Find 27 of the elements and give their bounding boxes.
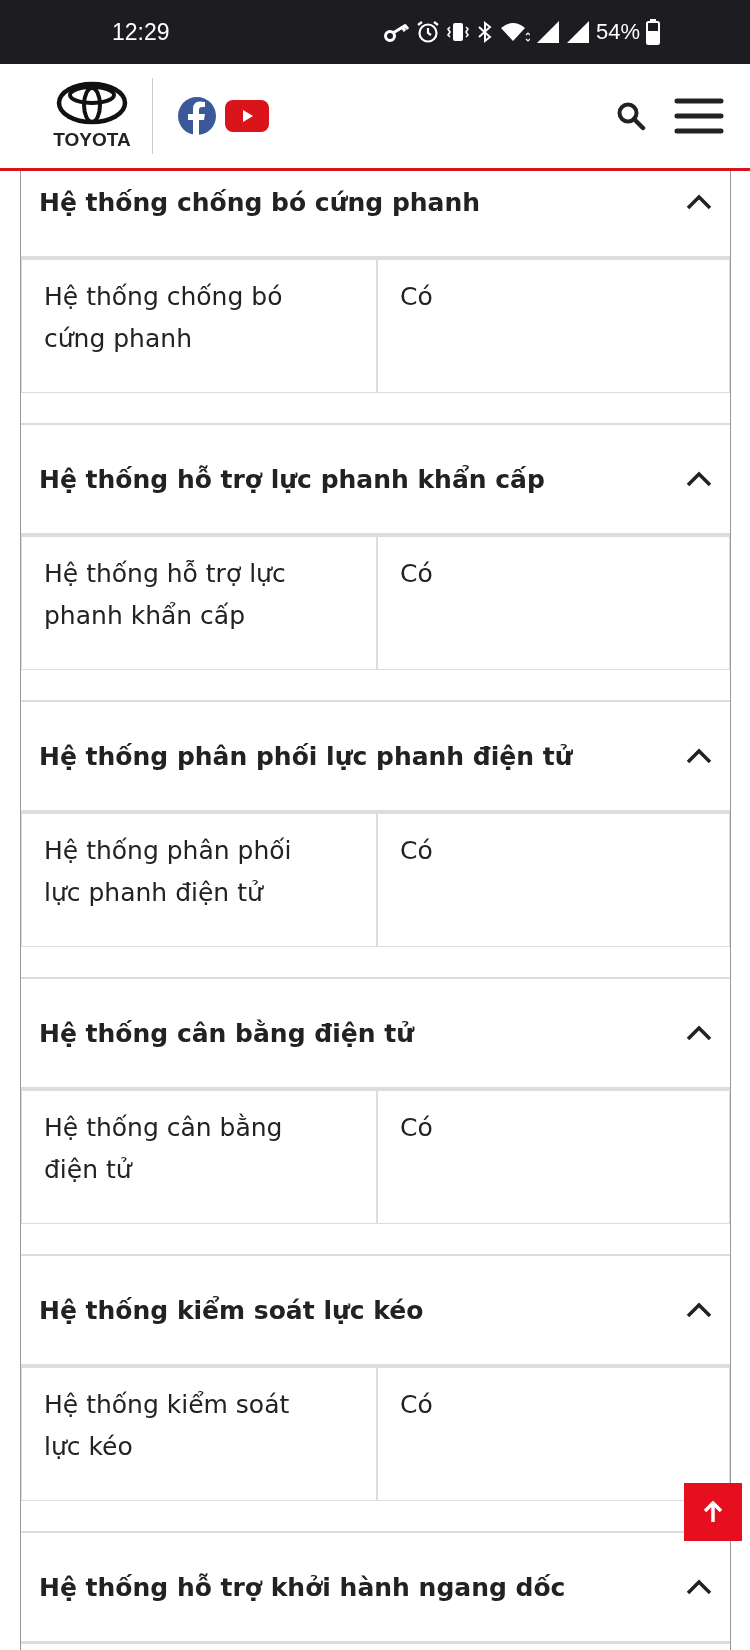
youtube-icon[interactable] [225,100,269,132]
spec-label: Hệ thống cân bằng điện tử [22,1091,378,1223]
spec-value: Có [399,1112,434,1144]
vibrate-icon [445,20,470,44]
spec-value: Có [399,558,434,590]
signal-icon [535,20,560,44]
alarm-icon [415,20,440,44]
menu-icon[interactable] [674,98,724,134]
spec-label: Hệ thống phân phối lực phanh điện tử [22,814,378,946]
back-to-top-button[interactable] [684,1483,742,1541]
battery-icon [646,19,660,45]
brand-name[interactable]: TOYOTA [53,129,131,151]
arrow-up-icon [703,1501,723,1523]
wifi-icon [499,20,530,44]
search-icon[interactable] [616,101,646,131]
spec-label: Hệ thống hỗ trợ lực phanh khẩn cấp [22,537,378,669]
clock: 12:29 [112,18,170,46]
facebook-icon[interactable] [177,96,217,136]
spec-value: Có [399,835,434,867]
spec-value: Có [399,281,434,313]
key-icon [383,22,410,42]
logo-emblem-icon[interactable] [56,81,128,125]
spec-value: Có [399,1389,434,1421]
spec-label: Hệ thống chống bó cứng phanh [22,260,378,392]
battery-level: 54% [595,19,640,45]
spec-label: Hệ thống kiểm soát lực kéo [22,1368,378,1500]
signal-icon [565,20,590,44]
